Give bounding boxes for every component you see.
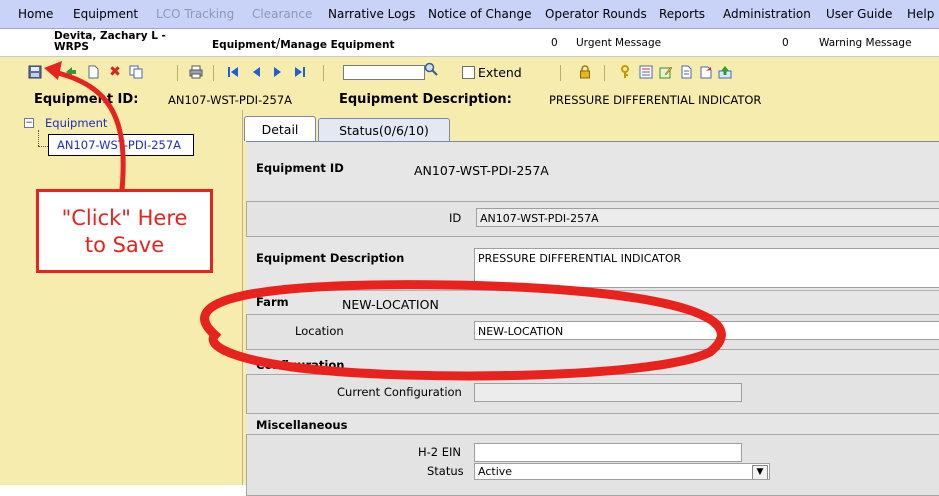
report-icon[interactable] [679,65,693,79]
current-configuration-field [474,383,742,402]
chevron-down-icon[interactable]: ▼ [752,465,768,479]
menu-user-guide[interactable]: User Guide [826,7,892,21]
header-equipment-description-value: PRESSURE DIFFERENTIAL INDICATOR [549,93,762,107]
menu-lco-tracking: LCO Tracking [156,7,235,21]
search-icon[interactable] [424,62,438,76]
copy-icon[interactable] [129,65,143,79]
toolbar-search-input[interactable] [343,65,425,80]
new-document-icon[interactable] [86,65,100,79]
menu-operator-rounds[interactable]: Operator Rounds [545,7,647,21]
equipment-id-display: AN107-WST-PDI-257A [414,163,549,178]
export-icon[interactable] [699,65,713,79]
tab-detail[interactable]: Detail [244,116,316,141]
equipment-tree: − Equipment AN107-WST-PDI-257A [0,110,243,485]
tree-root-equipment[interactable]: Equipment [45,116,107,130]
tree-connector [38,130,40,146]
toolbar-separator [560,65,561,81]
breadcrumb-part-equipment: Equipment [212,39,276,51]
toolbar-separator [604,65,605,81]
id-field: AN107-WST-PDI-257A [476,208,939,227]
last-record-icon[interactable] [293,65,307,79]
menu-home[interactable]: Home [18,7,53,21]
equipment-header: Equipment ID: AN107-WST-PDI-257A Equipme… [0,87,939,110]
tab-status-label: Status(0/6/10) [339,122,429,138]
urgent-message-label[interactable]: Urgent Message [576,37,661,49]
id-label: ID [449,211,462,225]
previous-record-icon[interactable] [249,65,263,79]
tree-node-selected[interactable]: AN107-WST-PDI-257A [48,134,194,156]
forward-green-icon[interactable] [64,65,78,79]
toolbar: ✖ Extend [0,57,939,87]
first-record-icon[interactable] [226,65,240,79]
menu-help[interactable]: Help [907,7,934,21]
extend-label: Extend [478,65,522,80]
menu-narrative-logs[interactable]: Narrative Logs [328,7,415,21]
farm-value: NEW-LOCATION [342,297,439,312]
h2-ein-field[interactable] [474,443,742,462]
urgent-message-count[interactable]: 0 [551,37,558,49]
status-label: Status [427,464,464,478]
location-field[interactable]: NEW-LOCATION [474,321,939,340]
header-equipment-id-value: AN107-WST-PDI-257A [168,93,293,107]
key-icon[interactable] [618,65,632,79]
tree-connector [38,146,48,148]
toolbar-separator [213,65,214,81]
breadcrumb: Equipment/Manage Equipment [212,37,394,52]
lock-icon[interactable] [578,65,592,79]
equipment-description-heading: Equipment Description [256,251,405,265]
farm-heading: Farm [256,295,289,309]
upload-icon[interactable] [718,65,732,79]
main-menu-bar: Home Equipment LCO Tracking Clearance Na… [0,0,939,29]
tree-node-label: AN107-WST-PDI-257A [57,138,182,152]
equipment-description-field[interactable]: PRESSURE DIFFERENTIAL INDICATOR [474,248,939,288]
save-icon[interactable] [28,65,42,79]
status-select[interactable]: Active ▼ [474,463,770,480]
save-callout-box: "Click" Here to Save [36,189,213,273]
section-divider [246,290,939,291]
status-select-value: Active [478,465,513,478]
current-configuration-label: Current Configuration [337,385,462,399]
tab-status[interactable]: Status(0/6/10) [318,118,450,141]
callout-line-2: to Save [84,233,165,257]
detail-content: Detail Status(0/6/10) Equipment ID AN107… [243,110,939,496]
callout-line-1: "Click" Here [61,206,188,230]
header-equipment-description-label: Equipment Description: [339,92,512,107]
toolbar-separator [323,65,324,81]
configuration-heading: Configuration [256,358,345,372]
menu-administration[interactable]: Administration [723,7,811,21]
toolbar-separator [177,65,178,81]
delete-icon[interactable]: ✖ [108,65,122,79]
miscellaneous-heading: Miscellaneous [256,418,348,432]
menu-notice-of-change[interactable]: Notice of Change [428,7,531,21]
menu-reports[interactable]: Reports [659,7,705,21]
extend-checkbox[interactable] [462,66,475,79]
equipment-id-heading: Equipment ID [256,161,344,175]
tree-collapse-icon[interactable]: − [24,118,34,128]
user-status-bar: Devita, Zachary L - WRPS Equipment/Manag… [0,29,939,57]
breadcrumb-part-manage: Manage Equipment [280,39,395,51]
location-label: Location [295,324,344,338]
menu-equipment[interactable]: Equipment [73,7,138,21]
next-record-icon[interactable] [271,65,285,79]
user-org: WRPS [54,41,89,53]
warning-message-label[interactable]: Warning Message [819,37,912,49]
print-icon[interactable] [189,65,203,79]
checklist-icon[interactable] [639,65,653,79]
warning-message-count[interactable]: 0 [782,37,789,49]
tab-detail-label: Detail [261,121,299,137]
menu-clearance: Clearance [252,7,313,21]
edit-icon[interactable] [659,65,673,79]
h2-ein-label: H-2 EIN [418,445,462,459]
detail-panel: Equipment ID AN107-WST-PDI-257A ID AN107… [246,141,939,496]
header-equipment-id-label: Equipment ID: [34,92,139,107]
